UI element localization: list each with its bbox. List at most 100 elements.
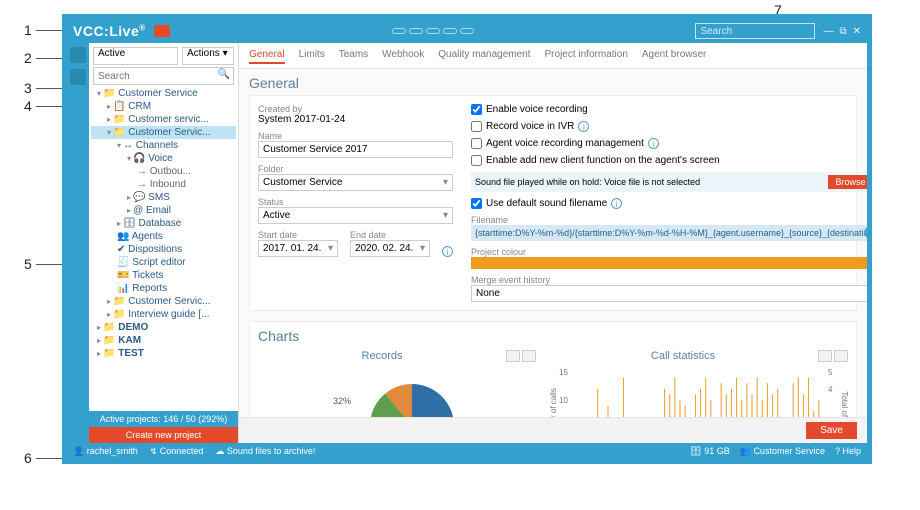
tree-dispositions[interactable]: ✔ Dispositions xyxy=(91,243,236,256)
left-rail xyxy=(67,43,89,443)
logo: VCC:Live® xyxy=(73,23,146,39)
title-decor xyxy=(170,28,696,34)
svg-text:Total of online: Total of online xyxy=(840,391,848,417)
chk-default-filename[interactable]: Use default sound filename i xyxy=(471,198,867,209)
end-date-label: End date xyxy=(350,230,430,240)
info-icon[interactable]: i xyxy=(578,121,589,132)
tab-agent-browser[interactable]: Agent browser xyxy=(642,47,706,64)
tree-voice[interactable]: ▾🎧 Voice xyxy=(91,152,236,165)
tree-crm[interactable]: ▸📋 CRM xyxy=(91,100,236,113)
chk-agent-voice-mgmt[interactable]: Agent voice recording management i xyxy=(471,138,867,149)
charts-heading: Charts xyxy=(258,328,848,344)
sidebar-actions-menu[interactable]: Actions ▾ xyxy=(182,47,234,65)
chk-enable-voice[interactable]: Enable voice recording xyxy=(471,104,867,115)
sound-on-hold-text: Sound file played while on hold: Voice f… xyxy=(475,177,700,187)
bar-chart: 5101545Number of callsTotal of online xyxy=(548,366,848,417)
status-label: Status xyxy=(258,197,453,207)
status-connected: ↯ Connected xyxy=(150,446,204,457)
tree-channels[interactable]: ▾↔ Channels xyxy=(91,139,236,152)
general-heading: General xyxy=(249,75,857,91)
tree-cs1[interactable]: ▸📁 Customer servic... xyxy=(91,113,236,126)
search-icon[interactable]: 🔍 xyxy=(218,69,230,80)
tree-root[interactable]: ▾📁 Customer Service xyxy=(91,87,236,100)
tab-quality-management[interactable]: Quality management xyxy=(438,47,530,64)
info-icon[interactable]: i xyxy=(611,198,622,209)
callout-2: 2 xyxy=(24,50,32,66)
close-icon[interactable]: ✕ xyxy=(853,26,861,37)
tree-test[interactable]: ▸📁 TEST xyxy=(91,347,236,360)
chk-new-client[interactable]: Enable add new client function on the ag… xyxy=(471,155,867,166)
content-scroll[interactable]: General Created by System 2017-01-24 Nam… xyxy=(239,69,867,417)
tab-project-information[interactable]: Project information xyxy=(545,47,628,64)
chart-tool-icon[interactable] xyxy=(818,350,832,362)
status-user: 👤 rachel_smith xyxy=(73,446,138,457)
color-label: Project colour xyxy=(471,247,867,257)
svg-text:15: 15 xyxy=(559,368,568,377)
chart-tool-icon[interactable] xyxy=(522,350,536,362)
info-icon[interactable]: i xyxy=(648,138,659,149)
maximize-icon[interactable]: ⧉ xyxy=(839,26,846,37)
tree-reports[interactable]: 📊 Reports xyxy=(91,282,236,295)
project-tree: ▾📁 Customer Service ▸📋 CRM ▸📁 Customer s… xyxy=(89,85,238,411)
chart-tool-icon[interactable] xyxy=(506,350,520,362)
tree-sms[interactable]: ▸💬 SMS xyxy=(91,191,236,204)
save-button[interactable]: Save xyxy=(806,422,857,439)
titlebar: VCC:Live® — ⧉ ✕ xyxy=(67,19,867,43)
tree-database[interactable]: ▸🗄 Database xyxy=(91,217,236,230)
sidebar-search-input[interactable] xyxy=(93,67,234,85)
tree-agents[interactable]: 👥 Agents xyxy=(91,230,236,243)
pie-slice-label: 32% xyxy=(333,396,351,406)
callout-1: 1 xyxy=(24,22,32,38)
callout-5: 5 xyxy=(24,256,32,272)
tab-general[interactable]: General xyxy=(249,47,285,64)
chart-records: Records 32% xyxy=(258,348,536,417)
callout-3: 3 xyxy=(24,80,32,96)
tree-cs2-selected[interactable]: ▾📁 Customer Servic... xyxy=(91,126,236,139)
end-date-input[interactable]: 2020. 02. 24. xyxy=(350,240,430,257)
tree-inbound[interactable]: → Inbound xyxy=(91,178,236,191)
tree-email[interactable]: ▸@ Email xyxy=(91,204,236,217)
browse-button[interactable]: Browse xyxy=(828,175,867,189)
tab-webhook[interactable]: Webhook xyxy=(382,47,424,64)
filename-pattern[interactable]: {starttime:D%Y-%m-%d}/{starttime:D%Y-%m-… xyxy=(471,225,867,241)
tree-kam[interactable]: ▸📁 KAM xyxy=(91,334,236,347)
status-archive-alert[interactable]: ☁ Sound files to archive! xyxy=(215,446,315,457)
folder-select[interactable]: Customer Service xyxy=(258,174,453,191)
name-label: Name xyxy=(258,131,453,141)
tab-teams[interactable]: Teams xyxy=(339,47,368,64)
date-info-icon[interactable]: i xyxy=(442,246,453,257)
rail-icon-1[interactable] xyxy=(70,47,86,63)
status-select[interactable]: Active xyxy=(258,207,453,224)
window-controls: — ⧉ ✕ xyxy=(823,26,861,37)
chart-tool-icon[interactable] xyxy=(834,350,848,362)
status-team: 👥 Customer Service xyxy=(740,446,825,457)
tab-limits[interactable]: Limits xyxy=(299,47,325,64)
created-by-value: System 2017-01-24 xyxy=(258,114,453,125)
tree-script[interactable]: 🧾 Script editor xyxy=(91,256,236,269)
rail-icon-2[interactable] xyxy=(70,69,86,85)
start-date-input[interactable]: 2017. 01. 24. xyxy=(258,240,338,257)
chk-record-ivr[interactable]: Record voice in IVR i xyxy=(471,121,867,132)
status-help[interactable]: ? Help xyxy=(835,446,861,457)
tree-tickets[interactable]: 🎫 Tickets xyxy=(91,269,236,282)
merge-select[interactable]: None xyxy=(471,285,867,302)
name-input[interactable]: Customer Service 2017 xyxy=(258,141,453,158)
filename-label: Filename xyxy=(471,215,867,225)
merge-label: Merge event history xyxy=(471,275,867,285)
start-date-label: Start date xyxy=(258,230,338,240)
active-projects-count: Active projects: 146 / 50 (292%) xyxy=(89,411,238,427)
global-search-input[interactable] xyxy=(695,23,815,39)
status-bar: 👤 rachel_smith ↯ Connected ☁ Sound files… xyxy=(67,443,867,459)
brand-badge xyxy=(154,25,170,37)
create-project-button[interactable]: Create new project xyxy=(89,427,238,443)
tree-cs3[interactable]: ▸📁 Customer Servic... xyxy=(91,295,236,308)
sidebar-filter-state[interactable]: Active xyxy=(93,47,178,65)
minimize-icon[interactable]: — xyxy=(823,26,833,37)
project-color-picker[interactable] xyxy=(471,257,867,269)
tree-interview[interactable]: ▸📁 Interview guide [... xyxy=(91,308,236,321)
tree-demo[interactable]: ▸📁 DEMO xyxy=(91,321,236,334)
tree-outbound[interactable]: → Outbou... xyxy=(91,165,236,178)
chart-records-title: Records xyxy=(258,350,506,362)
svg-text:10: 10 xyxy=(559,396,568,405)
chart-callstats: Call statistics 5101545Number of callsTo… xyxy=(548,348,848,417)
